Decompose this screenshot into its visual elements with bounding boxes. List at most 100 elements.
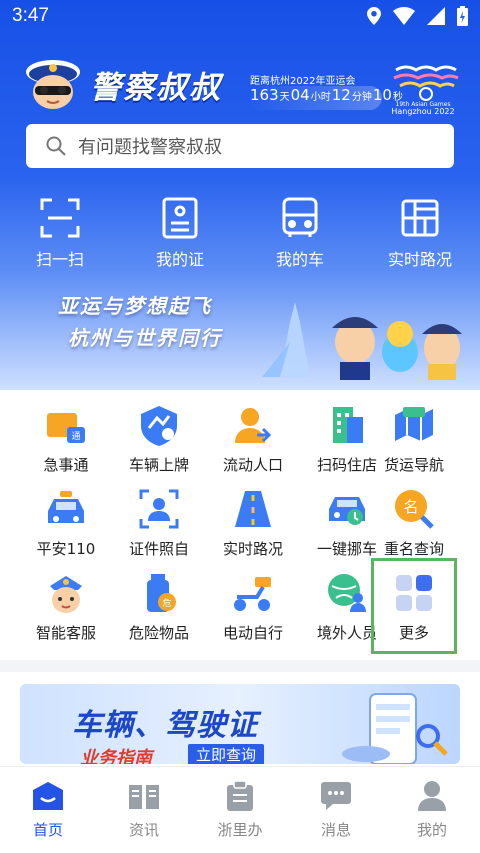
countdown-minutes: 12 [331,86,351,104]
status-bar: 3:47 [0,0,480,32]
service-road[interactable]: 实时路况 [205,486,301,559]
games-caption: 19th Asian Games Hangzhou 2022 [378,101,468,116]
home-icon [33,782,63,810]
tab-news-label: 资讯 [128,821,159,839]
banner-mascots-art [262,302,462,380]
traffic-map-icon [401,199,439,237]
service-urgent-label: 急事通 [43,456,89,474]
car-front-icon [282,197,318,237]
police-car-icon [48,491,84,523]
license-plate-icon [141,406,177,446]
more-highlight-box [371,558,457,654]
games-caption-line2: Hangzhou 2022 [391,107,455,116]
promo-subtitle: 业务指南 [80,748,152,764]
service-freight-label: 货运导航 [383,456,444,474]
service-ai-support-label: 智能客服 [35,624,96,642]
quick-traffic-label: 实时路况 [387,250,452,269]
ebike-icon [234,577,271,611]
service-110-label: 平安110 [36,540,96,558]
quick-traffic[interactable]: 实时路况 [360,196,480,270]
move-car-icon [329,497,365,525]
promo-phone-illustration [342,693,448,764]
tab-home[interactable]: 首页 [0,779,96,840]
bottom-tab-bar: 首页 资讯 浙里办 消息 我的 [0,766,480,853]
service-urgent[interactable]: 通 急事通 [18,402,114,475]
service-hazard[interactable]: 危 危险物品 [111,570,207,643]
countdown-hours: 04 [290,86,310,104]
service-name-search[interactable]: 名 重名查询 [366,486,462,559]
tab-profile-label: 我的 [416,821,447,839]
service-plate[interactable]: 车辆上牌 [111,402,207,475]
service-migrant-label: 流动人口 [222,456,283,474]
countdown-timer: 163 天 04 小时 12 分钟 10 秒 [248,86,403,110]
quick-my-car[interactable]: 我的车 [240,196,360,270]
service-ebike[interactable]: 电动自行 [205,570,301,643]
search-bar[interactable]: 有问题找警察叔叔 [26,124,454,168]
id-card-icon [162,197,198,239]
tab-zheliban[interactable]: 浙里办 [192,779,288,840]
service-name-search-label: 重名查询 [383,540,444,558]
app-title: 警察叔叔 [90,70,222,106]
service-freight[interactable]: 货运导航 [366,402,462,475]
police-mascot-icon [26,60,80,109]
news-book-icon [129,785,159,809]
hero-header: 3:47 警察叔叔 距离杭州2022年亚运会 163 天 04 小时 12 分钟… [0,0,480,390]
tab-news[interactable]: 资讯 [96,779,192,840]
service-id-photo[interactable]: 证件照自 [111,486,207,559]
id-photo-icon [139,489,179,529]
service-migrant[interactable]: 流动人口 [205,402,301,475]
quick-actions: 扫一扫 我的证 我的车 实时路况 [0,196,480,276]
name-search-icon: 名 [395,490,434,529]
battery-icon [457,6,468,26]
status-icons [367,6,468,26]
svg-text:通: 通 [71,431,80,442]
service-plate-label: 车辆上牌 [128,456,189,474]
brand: 警察叔叔 [22,52,262,112]
tab-messages-label: 消息 [320,821,351,839]
freight-map-icon [395,407,433,441]
tab-home-label: 首页 [32,821,63,839]
globe-person-icon [328,574,366,612]
search-placeholder: 有问题找警察叔叔 [78,137,222,158]
migrant-person-icon [235,408,272,443]
countdown-hours-unit: 小时 [310,92,331,103]
road-icon [235,491,271,527]
countdown-days: 163 [250,86,279,104]
asian-games-banner-slogan[interactable]: 亚运与梦想起飞 杭州与世界同行 [58,290,222,354]
wifi-icon [393,7,415,25]
signal-icon [427,7,445,25]
promo-banner[interactable]: 车辆、驾驶证 业务指南 立即查询 [20,684,460,764]
service-id-photo-label: 证件照自 [128,540,189,558]
service-ai-support[interactable]: 智能客服 [18,570,114,643]
scan-icon [40,198,80,238]
quick-my-id[interactable]: 我的证 [120,196,240,270]
countdown-caption: 距离杭州2022年亚运会 [250,76,356,87]
banner-line1: 亚运与梦想起飞 [58,294,212,318]
promo-query-button[interactable]: 立即查询 [188,744,265,764]
promo-title: 车辆、驾驶证 [72,708,258,743]
tab-profile[interactable]: 我的 [384,779,480,840]
section-divider [0,660,480,672]
quick-my-car-label: 我的车 [275,250,324,269]
police-avatar-icon [50,576,82,613]
profile-icon [418,781,446,811]
status-time: 3:47 [12,5,49,26]
service-ebike-label: 电动自行 [222,624,283,642]
countdown-days-unit: 天 [279,92,290,103]
hazard-bottle-icon: 危 [147,574,176,612]
service-road-label: 实时路况 [222,540,283,558]
search-icon [46,136,66,156]
hotel-icon [333,407,363,443]
location-icon [367,7,381,25]
quick-scan[interactable]: 扫一扫 [0,196,120,270]
urgent-truck-icon: 通 [47,413,85,443]
countdown-minutes-unit: 分钟 [351,92,372,103]
services-grid: 通 急事通 车辆上牌 流动人口 扫码住店 货运导航 平安110 证件照自 实时路… [0,390,480,660]
service-110[interactable]: 平安110 [18,486,114,559]
svg-text:危: 危 [162,597,171,609]
quick-scan-label: 扫一扫 [35,250,84,269]
service-hazard-label: 危险物品 [128,624,189,642]
tab-messages[interactable]: 消息 [288,779,384,840]
svg-text:名: 名 [403,498,418,516]
quick-my-id-label: 我的证 [155,250,204,269]
